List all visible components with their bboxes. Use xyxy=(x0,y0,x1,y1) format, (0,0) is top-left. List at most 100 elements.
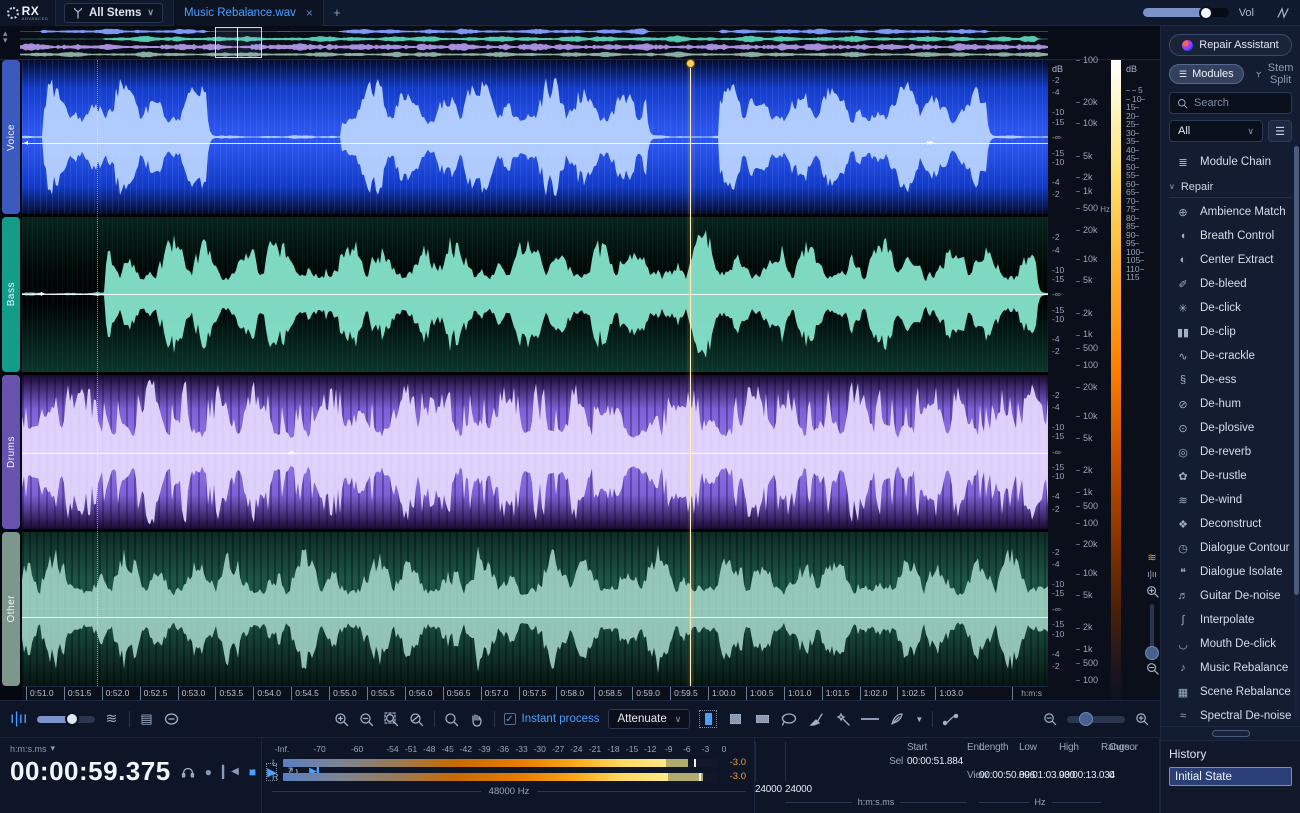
module-item[interactable]: ♪ Music Rebalance xyxy=(1169,656,1292,680)
monitor-headphones-icon[interactable] xyxy=(181,766,195,778)
waveform-icon[interactable]: ı|ıı xyxy=(1147,569,1157,579)
stem-tab-drums[interactable]: Drums xyxy=(2,375,20,529)
clipboard-icon[interactable]: ▤ xyxy=(139,710,155,728)
comment-icon[interactable] xyxy=(164,710,180,728)
stem-tab-bass[interactable]: Bass xyxy=(2,217,20,371)
horizontal-zoom-slider[interactable] xyxy=(1067,716,1125,723)
module-item[interactable]: ◖ Breath Control xyxy=(1169,224,1292,248)
vertical-zoom-thumb[interactable] xyxy=(1145,646,1159,660)
frequency-selection-tool[interactable] xyxy=(753,710,771,728)
meter-left-bar[interactable] xyxy=(283,759,718,767)
gain-line-drums[interactable]: ◂▸ xyxy=(22,453,1048,454)
zoom-fit-icon[interactable] xyxy=(409,710,425,728)
flatten-tool-icon[interactable] xyxy=(861,710,879,728)
file-tab[interactable]: Music Rebalance.wav × xyxy=(173,0,324,26)
module-item[interactable]: ∫ Interpolate xyxy=(1169,608,1292,632)
tool-options-caret-icon[interactable]: ▼ xyxy=(915,715,923,724)
stems-stack[interactable]: ◂ ▸▸ ◂▸ ◂▸ xyxy=(22,60,1048,686)
close-icon[interactable]: × xyxy=(306,6,313,20)
module-item[interactable]: ✿ De-rustle xyxy=(1169,464,1292,488)
spectrogram-settings-icon[interactable]: ≋ xyxy=(104,710,120,728)
repair-assistant-button[interactable]: Repair Assistant xyxy=(1169,34,1292,56)
playhead[interactable] xyxy=(690,60,691,686)
gain-handle-icon[interactable]: ◂▸ xyxy=(38,289,44,298)
module-item[interactable]: ◷ Dialogue Contour xyxy=(1169,536,1292,560)
module-item[interactable]: ▦ Scene Rebalance xyxy=(1169,680,1292,704)
skip-to-start-button[interactable]: ▎◀ xyxy=(222,766,239,778)
history-item[interactable]: Initial State xyxy=(1169,767,1292,786)
scrollbar-thumb[interactable] xyxy=(1294,146,1299,595)
module-item[interactable]: ⊘ De-hum xyxy=(1169,392,1292,416)
time-format-label[interactable]: h:m:s.ms xyxy=(10,744,47,754)
zoom-in-icon[interactable] xyxy=(334,710,350,728)
hzoom-out-icon[interactable] xyxy=(1042,710,1058,728)
gain-handle-icon[interactable]: ◂▸ xyxy=(288,448,294,457)
zoom-selection-icon[interactable] xyxy=(384,710,400,728)
meter-right-bar[interactable] xyxy=(283,773,718,781)
add-tab-button[interactable]: + xyxy=(324,0,350,26)
gain-line-voice[interactable]: ◂ ▸▸ xyxy=(22,143,1048,144)
spectrogram-icon[interactable]: ≋ xyxy=(1147,554,1156,563)
stem-lane-voice[interactable]: ◂ ▸▸ xyxy=(22,60,1048,214)
view-low-value[interactable]: 0 xyxy=(1109,770,1161,781)
tab-stem-split[interactable]: Stem Split xyxy=(1246,64,1300,84)
time-format-caret-icon[interactable]: ▾ xyxy=(51,743,56,754)
stem-lane-drums[interactable]: ◂▸ xyxy=(22,375,1048,529)
time-frequency-selection-tool[interactable] xyxy=(726,710,744,728)
view-range-value[interactable]: 24000 xyxy=(785,784,845,795)
gain-handle-icon[interactable]: ◂ xyxy=(24,138,27,147)
curve-edit-tool-icon[interactable] xyxy=(942,710,960,728)
module-item[interactable]: ✐ De-bleed xyxy=(1169,272,1292,296)
gain-line-bass[interactable]: ◂▸ xyxy=(22,294,1048,295)
module-item[interactable]: ❖ Deconstruct xyxy=(1169,512,1292,536)
sel-length-value[interactable] xyxy=(979,756,1019,767)
feather-tool-icon[interactable] xyxy=(888,710,906,728)
gain-handle-icon[interactable]: ▸▸ xyxy=(927,138,933,147)
process-mode-dropdown[interactable]: Attenuate ∨ xyxy=(608,709,690,729)
category-filter-dropdown[interactable]: All ∨ xyxy=(1169,120,1263,142)
magic-wand-tool-icon[interactable] xyxy=(834,710,852,728)
module-item[interactable]: ✳ De-click xyxy=(1169,296,1292,320)
stem-lane-bass[interactable]: ◂▸ xyxy=(22,217,1048,371)
module-item[interactable]: ◐ Center Extract xyxy=(1169,248,1292,272)
find-icon[interactable] xyxy=(444,710,460,728)
module-item[interactable]: ≈ Spectral De-noise xyxy=(1169,704,1292,726)
vertical-zoom-slider[interactable] xyxy=(1150,604,1154,656)
volume-thumb[interactable] xyxy=(1199,6,1213,20)
module-item[interactable]: ⊙ De-plosive xyxy=(1169,416,1292,440)
all-stems-dropdown[interactable]: All Stems ∨ xyxy=(64,3,163,23)
spectrogram-view[interactable]: ◂ ▸▸ ◂▸ ◂▸ xyxy=(22,60,1048,700)
module-item[interactable]: ⊕ Ambience Match xyxy=(1169,200,1292,224)
stem-tab-other[interactable]: Other xyxy=(2,532,20,686)
overview-expand-icon[interactable]: ▴▾ xyxy=(3,30,8,44)
module-list-options-button[interactable]: ☰ xyxy=(1268,120,1292,142)
stem-tab-voice[interactable]: Voice xyxy=(2,60,20,214)
volume-slider[interactable] xyxy=(1143,8,1229,17)
sel-start-value[interactable]: 00:00:51.884 xyxy=(907,756,967,767)
record-button[interactable]: ● xyxy=(205,766,212,778)
module-item[interactable]: ❝ Dialogue Isolate xyxy=(1169,560,1292,584)
repair-section-header[interactable]: ∨ Repair xyxy=(1169,176,1292,198)
view-start-value[interactable]: 00:00:50.896 xyxy=(979,770,1019,781)
timeline-ruler[interactable]: 0:51.00:51.50:52.00:52.50:53.00:53.50:54… xyxy=(22,686,1048,700)
signal-flow-icon[interactable] xyxy=(1276,7,1290,19)
overview-strip[interactable]: ▴▾ xyxy=(0,26,1160,60)
vertical-zoom-in-icon[interactable] xyxy=(1146,585,1159,598)
instant-process-label[interactable]: Instant process xyxy=(522,713,600,725)
stop-button[interactable]: ■ xyxy=(249,766,256,778)
view-length-value[interactable]: 00:00:13.034 xyxy=(1059,770,1101,781)
stem-lane-other[interactable] xyxy=(22,532,1048,686)
module-item-module-chain[interactable]: ≣ Module Chain xyxy=(1169,150,1292,174)
module-search[interactable] xyxy=(1169,92,1292,114)
hand-tool-icon[interactable] xyxy=(469,710,485,728)
lasso-tool-icon[interactable] xyxy=(780,710,798,728)
module-item[interactable]: ∿ De-crackle xyxy=(1169,344,1292,368)
module-item[interactable]: ▮▮ De-clip xyxy=(1169,320,1292,344)
view-end-value[interactable]: 00:01:03.930 xyxy=(1019,770,1059,781)
module-item[interactable]: ◎ De-reverb xyxy=(1169,440,1292,464)
module-list-scrollbar[interactable] xyxy=(1294,144,1299,720)
time-selection-tool[interactable] xyxy=(699,710,717,728)
wave-spectrogram-blend-slider[interactable] xyxy=(37,716,95,723)
search-input[interactable] xyxy=(1194,97,1284,109)
brush-tool-icon[interactable] xyxy=(807,710,825,728)
